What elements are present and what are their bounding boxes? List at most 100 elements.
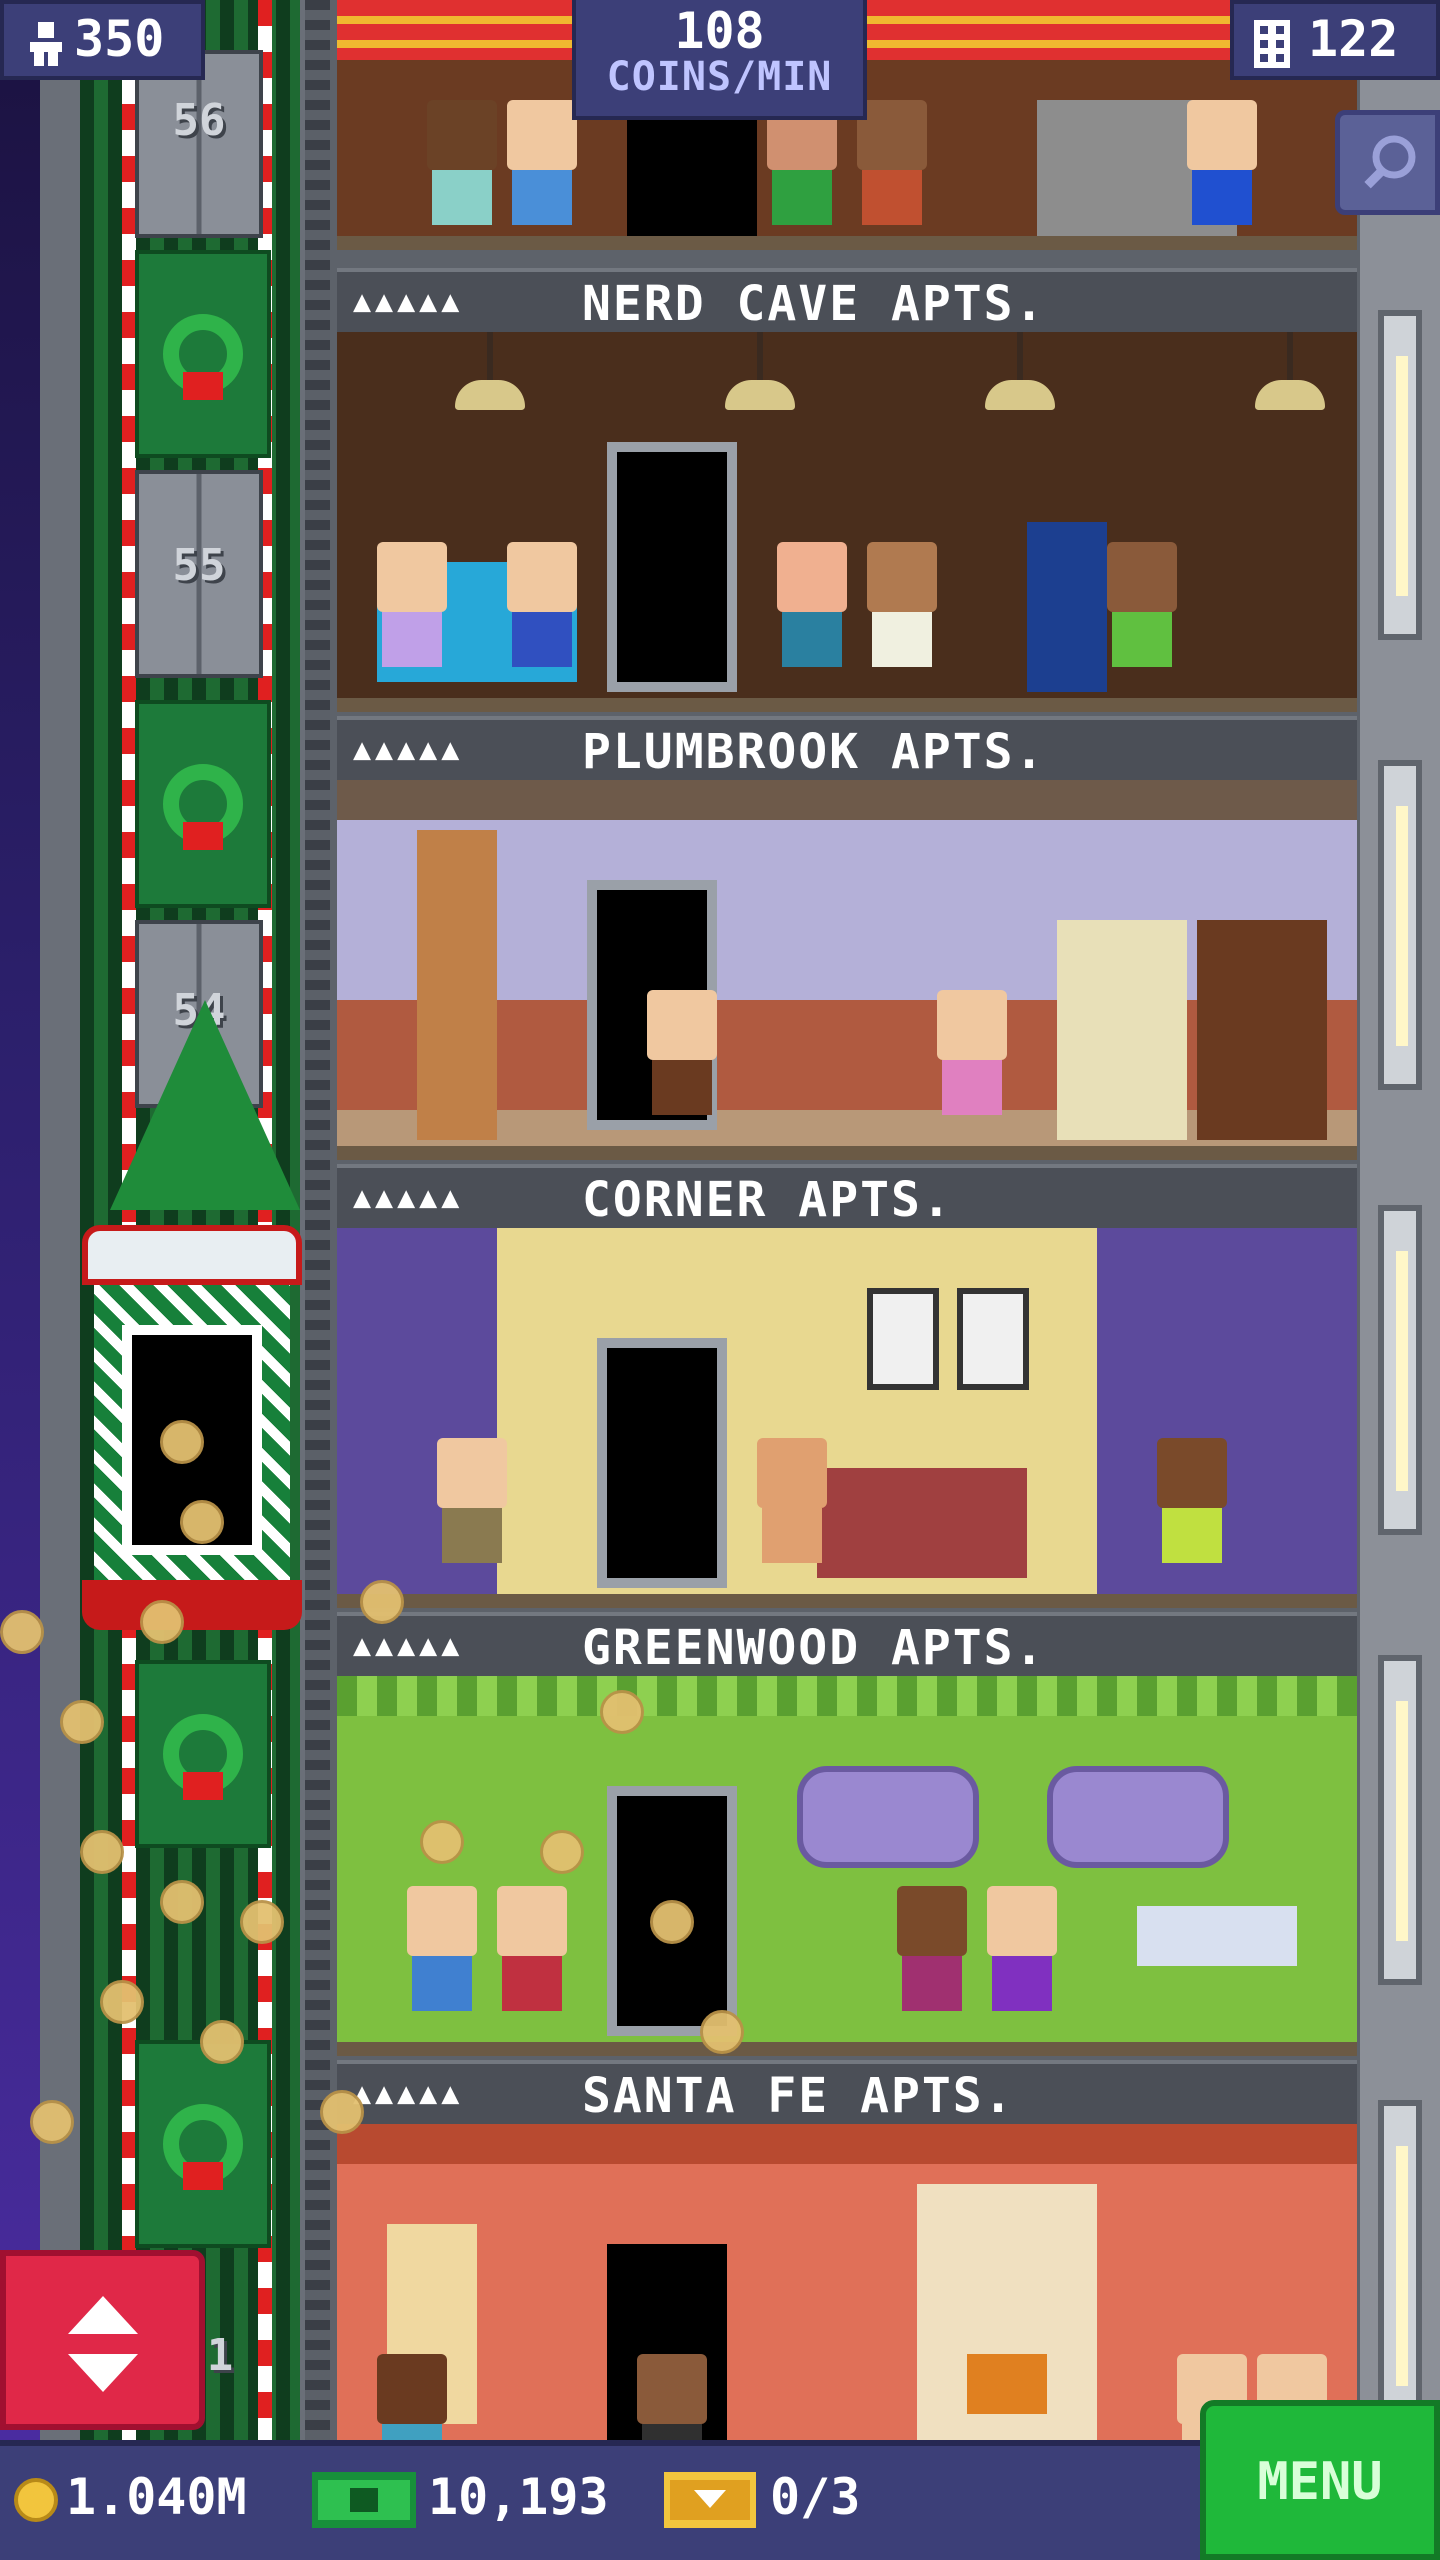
coin-icon [14, 2478, 58, 2522]
coin-particle [160, 1420, 204, 1464]
oval-window [1047, 1766, 1229, 1868]
floor-corner[interactable] [337, 1228, 1357, 1608]
resident[interactable] [497, 1886, 567, 2036]
floor-label-santa-fe[interactable]: ▲▲▲▲▲ SANTA FE APTS. [337, 2060, 1357, 2128]
population-counter[interactable]: 350 [0, 0, 205, 80]
shaft-wreath-panel [135, 2040, 271, 2248]
resident[interactable] [507, 100, 577, 250]
resident[interactable] [427, 100, 497, 250]
resident[interactable] [377, 542, 447, 692]
vip-count-value: 0/3 [770, 2468, 861, 2526]
resident[interactable] [767, 100, 837, 250]
window-light [1396, 1251, 1408, 1491]
christmas-tree-icon [110, 1000, 300, 1210]
coins-per-minute-panel: 108 COINS/MIN [572, 0, 867, 120]
bux-total-value: 10,193 [428, 2468, 609, 2526]
floor-rating-pips: ▲▲▲▲▲ [353, 1180, 464, 1215]
floor-label-plumbrook[interactable]: ▲▲▲▲▲ PLUMBROOK APTS. [337, 716, 1357, 784]
elevator-control-button[interactable] [0, 2250, 205, 2430]
resident[interactable] [1187, 100, 1257, 250]
window-light [1396, 1701, 1408, 1941]
floor-santa-fe[interactable] [337, 2124, 1357, 2440]
zigzag-trim [337, 1676, 1357, 1716]
resident[interactable] [757, 1438, 827, 1588]
floor-rating-pips: ▲▲▲▲▲ [353, 284, 464, 319]
search-button[interactable] [1335, 110, 1440, 215]
wreath-bow-icon [183, 372, 223, 400]
ceiling-lamp-icon [455, 380, 525, 410]
resident[interactable] [1157, 1438, 1227, 1588]
resident[interactable] [867, 542, 937, 692]
shaft-floor-number-56: 56 [172, 95, 226, 146]
menu-button[interactable]: MENU [1200, 2400, 1440, 2560]
wood-beams [337, 2124, 1357, 2164]
resident[interactable] [777, 542, 847, 692]
resident[interactable] [897, 1886, 967, 2036]
up-down-arrows-icon [68, 2296, 138, 2392]
resident[interactable] [507, 542, 577, 692]
coin-particle [30, 2100, 74, 2144]
magnifier-icon [1364, 135, 1416, 189]
floor-rating-pips: ▲▲▲▲▲ [353, 1628, 464, 1663]
wreath-bow-icon [183, 2162, 223, 2190]
coin-particle [0, 1610, 44, 1654]
elevator-car-base [82, 1580, 302, 1630]
coin-particle [100, 1980, 144, 2024]
floor-plumbrook[interactable] [337, 780, 1357, 1160]
person-icon [30, 22, 62, 66]
floor-label-corner[interactable]: ▲▲▲▲▲ CORNER APTS. [337, 1164, 1357, 1232]
resident[interactable] [857, 100, 927, 250]
vintage-computer [1057, 920, 1187, 1140]
coin-particle [700, 2010, 744, 2054]
wreath-bow-icon [183, 822, 223, 850]
resident[interactable] [987, 1886, 1057, 2036]
floor-nerd-cave[interactable] [337, 332, 1357, 712]
shaft-wreath-panel [135, 700, 271, 908]
ceiling-lamp-icon [985, 380, 1055, 410]
coin-particle [200, 2020, 244, 2064]
floor-label-nerd-cave[interactable]: ▲▲▲▲▲ NERD CAVE APTS. [337, 268, 1357, 336]
coin-particle [60, 1700, 104, 1744]
resident[interactable] [637, 2354, 707, 2440]
floor-count-counter[interactable]: 122 [1230, 0, 1440, 80]
floor-label-greenwood[interactable]: ▲▲▲▲▲ GREENWOOD APTS. [337, 1612, 1357, 1680]
shaft-wreath-panel [135, 1660, 271, 1848]
coins-total-value: 1.040M [66, 2468, 247, 2526]
building-window [1378, 310, 1422, 640]
wall-picture [867, 1288, 939, 1390]
ceiling-lamp-icon [1255, 380, 1325, 410]
ceiling-lamp-icon [725, 380, 795, 410]
floor-door[interactable] [607, 442, 737, 692]
building-window [1378, 2100, 1422, 2430]
floor-name: PLUMBROOK APTS. [582, 724, 1046, 780]
floor-base [337, 1594, 1357, 1608]
window-light [1396, 2146, 1408, 2386]
floor-base [337, 2042, 1357, 2056]
floor-greenwood[interactable] [337, 1676, 1357, 2056]
coin-particle [420, 1820, 464, 1864]
resident[interactable] [407, 1886, 477, 2036]
resident[interactable] [377, 2354, 447, 2440]
coin-particle [80, 1830, 124, 1874]
floor-base [337, 1146, 1357, 1160]
candy-cane-pole-left [122, 0, 136, 2440]
floor-door[interactable] [597, 1338, 727, 1588]
coin-particle [320, 2090, 364, 2134]
floor-door[interactable] [627, 120, 757, 250]
coin-particle [160, 1880, 204, 1924]
coin-particle [600, 1690, 644, 1734]
building-window [1378, 760, 1422, 1090]
floor-base [337, 236, 1357, 250]
resident[interactable] [937, 990, 1007, 1140]
shaft-wreath-panel [135, 250, 271, 458]
menu-label: MENU [1257, 2452, 1383, 2512]
coin-particle [360, 1580, 404, 1624]
floor-rating-pips: ▲▲▲▲▲ [353, 732, 464, 767]
computer-desk [1137, 1906, 1297, 1966]
shaft-floor-number-55: 55 [172, 540, 226, 591]
ticket-icon [664, 2472, 756, 2528]
resident[interactable] [647, 990, 717, 1140]
window-light [1396, 806, 1408, 1046]
resident[interactable] [437, 1438, 507, 1588]
resident[interactable] [1107, 542, 1177, 692]
